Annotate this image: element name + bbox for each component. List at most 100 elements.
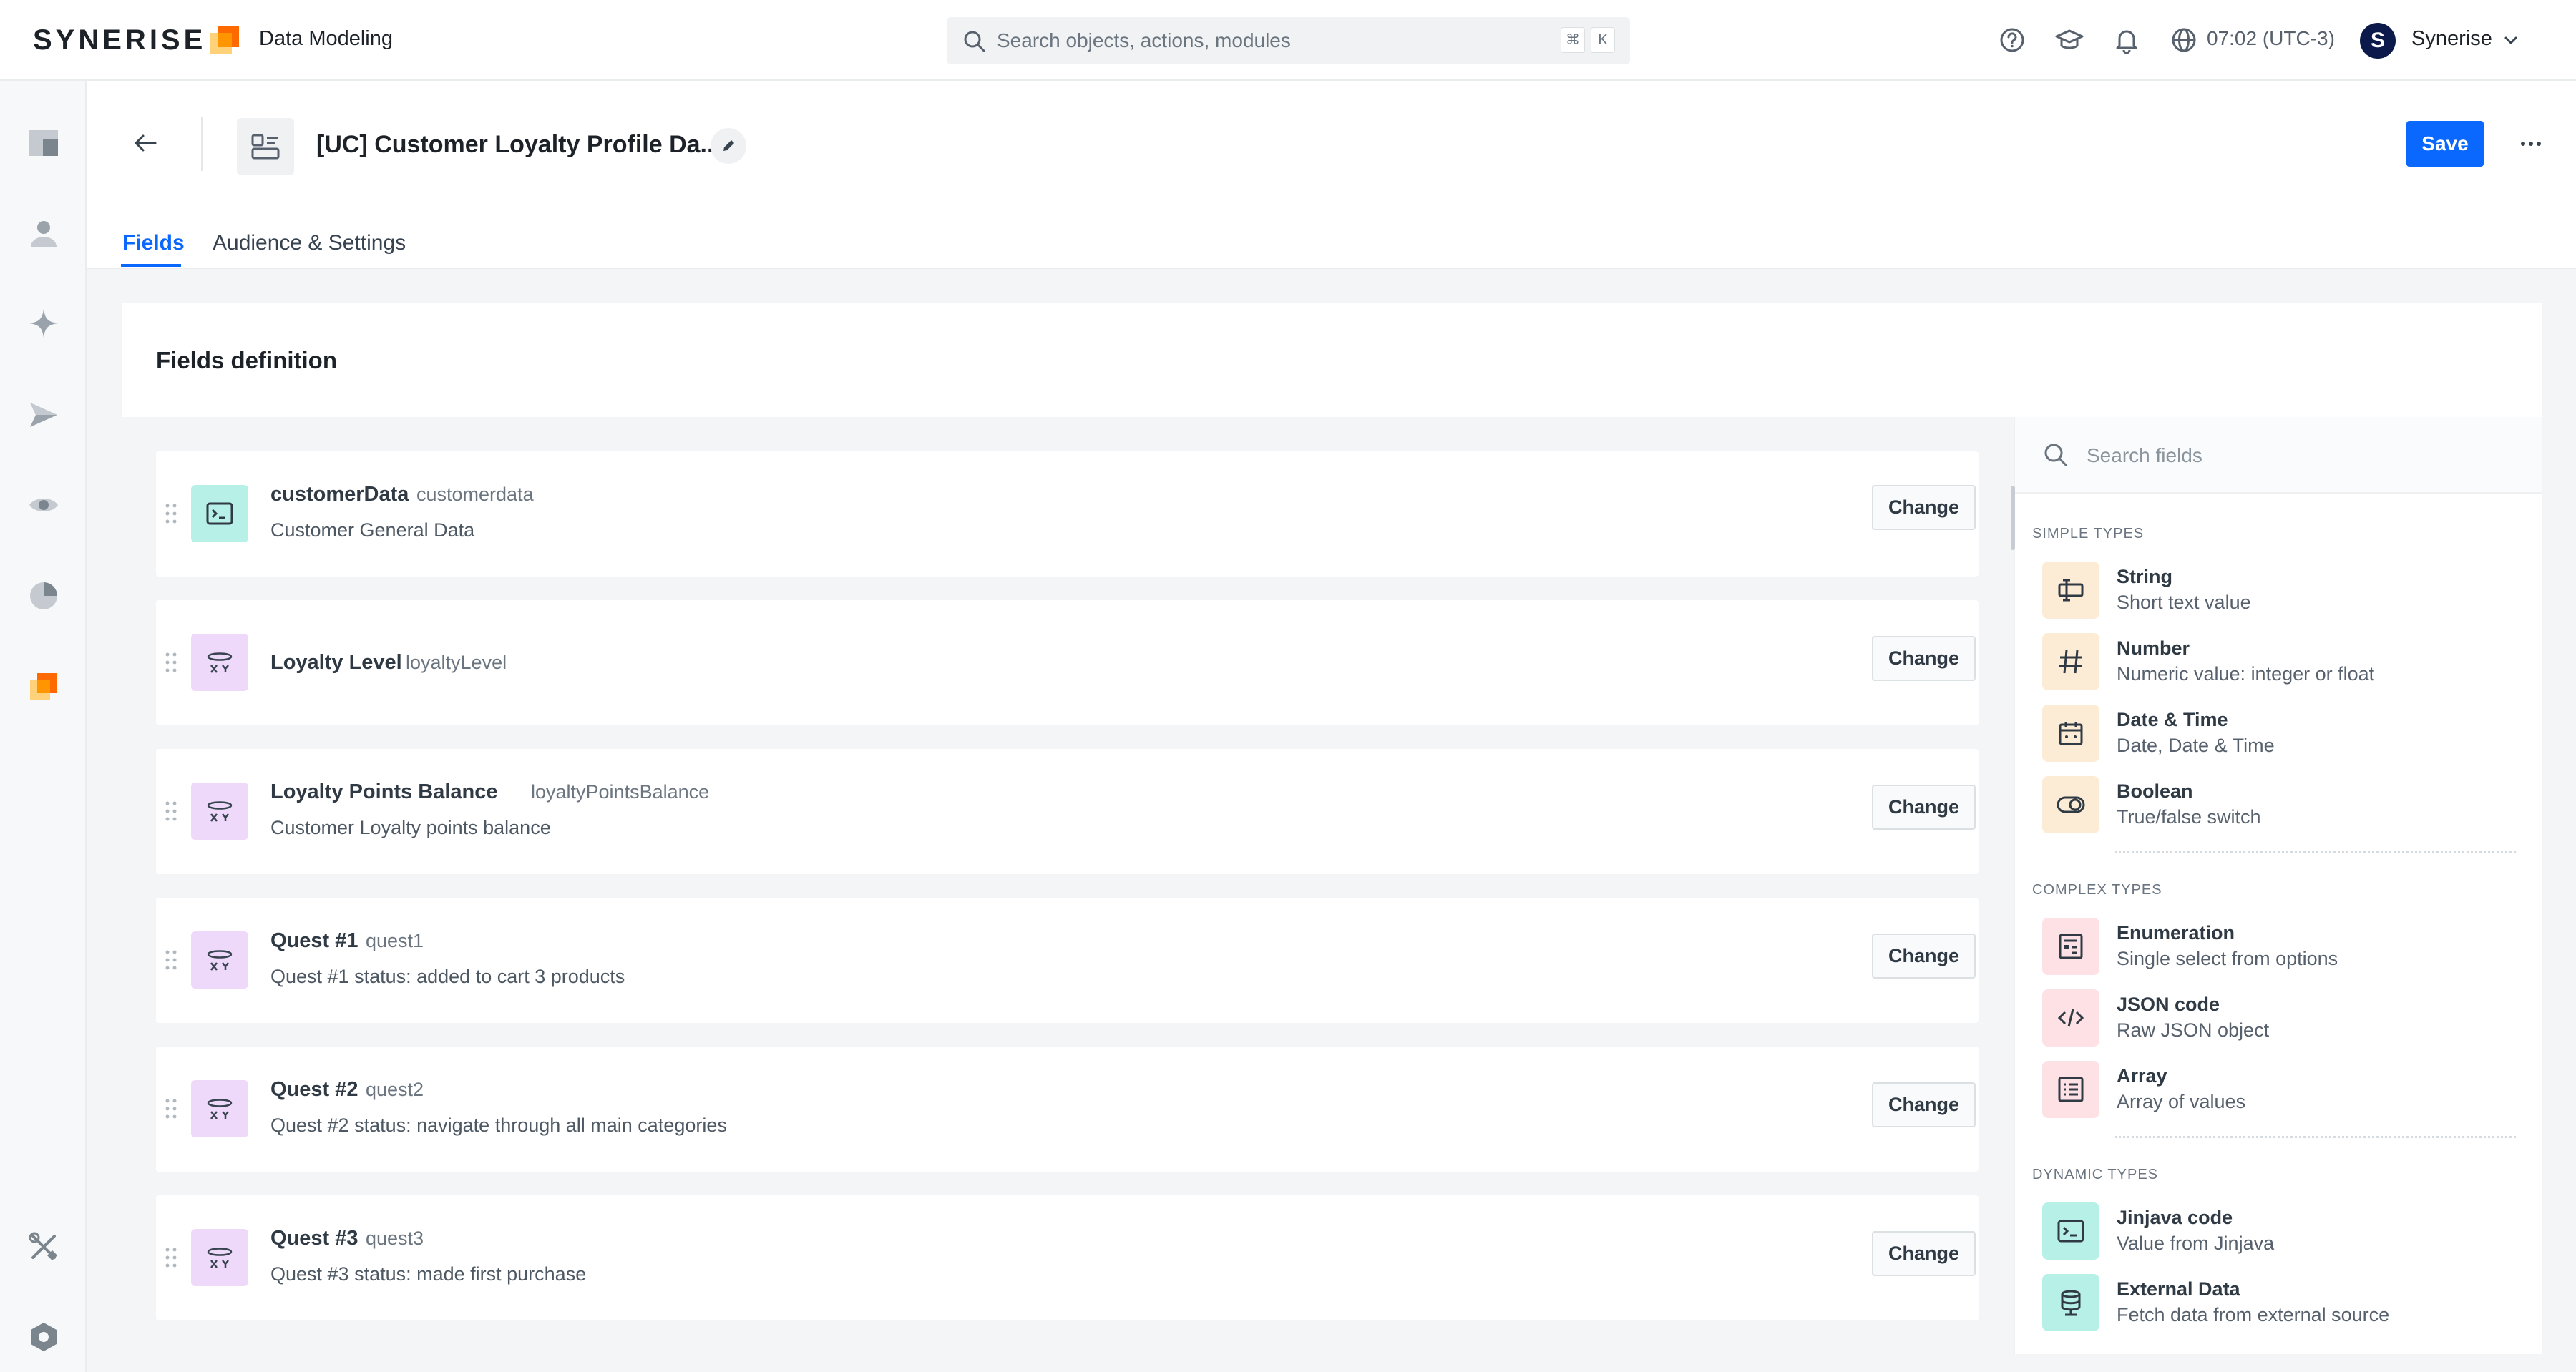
analytics-icon[interactable]	[27, 579, 60, 612]
field-key: quest2	[366, 1079, 424, 1100]
shortcut-cmd-key: ⌘	[1561, 27, 1585, 53]
formula-icon	[191, 1229, 248, 1286]
calendar-icon	[2042, 705, 2099, 762]
field-description: Customer General Data	[270, 519, 475, 541]
graduation-cap-icon[interactable]	[2054, 24, 2085, 56]
type-name: Boolean	[2117, 780, 2193, 802]
type-description: Date, Date & Time	[2117, 735, 2275, 756]
help-icon[interactable]	[1996, 24, 2028, 56]
timezone-clock[interactable]: 07:02 (UTC-3)	[2207, 27, 2335, 50]
field-row-quest3[interactable]: Quest #3 quest3 Quest #3 status: made fi…	[156, 1195, 1979, 1320]
formula-icon	[191, 634, 248, 691]
array-list-icon	[2042, 1061, 2099, 1118]
type-name: Number	[2117, 637, 2190, 659]
dashboard-icon[interactable]	[27, 127, 60, 160]
global-search[interactable]: Search objects, actions, modules ⌘ K	[947, 17, 1630, 64]
type-item-jinjava-code[interactable]: Jinjava code Value from Jinjava	[2042, 1201, 2514, 1265]
card-title: Fields definition	[156, 347, 337, 373]
chevron-down-icon[interactable]	[2502, 31, 2519, 49]
tab-fields[interactable]: Fields	[122, 231, 185, 255]
type-item-external-data[interactable]: External Data Fetch data from external s…	[2042, 1273, 2514, 1337]
enum-list-icon	[2042, 918, 2099, 975]
campaign-icon[interactable]	[27, 398, 60, 431]
more-options-icon[interactable]	[2515, 128, 2547, 160]
drag-handle-icon[interactable]	[165, 800, 177, 822]
settings-icon[interactable]	[27, 1320, 60, 1353]
type-description: Raw JSON object	[2117, 1019, 2270, 1041]
type-description: Short text value	[2117, 592, 2251, 613]
top-bar: SYNERISE Data Modeling Search objects, a…	[0, 0, 2576, 81]
type-item-json-code[interactable]: JSON code Raw JSON object	[2042, 988, 2514, 1052]
type-name: External Data	[2117, 1278, 2240, 1300]
drag-handle-icon[interactable]	[165, 652, 177, 673]
formula-icon	[191, 1080, 248, 1137]
field-row-quest1[interactable]: Quest #1 quest1 Quest #1 status: added t…	[156, 898, 1979, 1023]
globe-icon[interactable]	[2168, 24, 2200, 56]
tab-audience-settings[interactable]: Audience & Settings	[213, 231, 406, 255]
jinjava-icon	[2042, 1202, 2099, 1260]
field-key: loyaltyLevel	[406, 652, 507, 673]
field-name: customerData	[270, 483, 409, 506]
field-row-quest2[interactable]: Quest #2 quest2 Quest #2 status: navigat…	[156, 1047, 1979, 1172]
type-description: Value from Jinjava	[2117, 1233, 2275, 1254]
module-name[interactable]: Data Modeling	[259, 27, 393, 51]
type-description: Numeric value: integer or float	[2117, 663, 2375, 685]
type-name: Array	[2117, 1065, 2167, 1087]
bell-icon[interactable]	[2111, 24, 2142, 56]
drag-handle-icon[interactable]	[165, 1098, 177, 1119]
ai-sparkle-icon[interactable]	[27, 307, 60, 340]
type-item-array[interactable]: Array Array of values	[2042, 1059, 2514, 1124]
behavioral-data-icon[interactable]	[27, 489, 60, 521]
scrollbar[interactable]	[2011, 486, 2015, 550]
type-description: Array of values	[2117, 1091, 2246, 1112]
field-row-customerdata[interactable]: customerData customerdata Customer Gener…	[156, 451, 1979, 577]
type-item-string[interactable]: String Short text value	[2042, 560, 2514, 624]
group-separator	[2115, 851, 2516, 853]
type-item-number[interactable]: Number Numeric value: integer or float	[2042, 632, 2514, 696]
field-description: Quest #3 status: made first purchase	[270, 1263, 587, 1285]
change-button[interactable]: Change	[1872, 636, 1976, 681]
field-key: quest1	[366, 930, 424, 951]
search-input[interactable]: Search objects, actions, modules	[997, 29, 1291, 52]
field-row-loyaltylevel[interactable]: Loyalty Level loyaltyLevel Change	[156, 600, 1979, 725]
type-item-boolean[interactable]: Boolean True/false switch	[2042, 775, 2514, 839]
synerise-logo[interactable]: SYNERISE	[33, 24, 206, 57]
type-description: Fetch data from external source	[2117, 1304, 2390, 1326]
data-modeling-icon[interactable]	[27, 670, 60, 703]
change-button[interactable]: Change	[1872, 1231, 1976, 1276]
type-item-date-time[interactable]: Date & Time Date, Date & Time	[2042, 703, 2514, 768]
page-title: [UC] Customer Loyalty Profile Da...	[316, 131, 721, 158]
type-name: Date & Time	[2117, 709, 2228, 730]
left-sidebar	[0, 81, 87, 1372]
change-button[interactable]: Change	[1872, 1082, 1976, 1127]
field-types-panel: Search fields SIMPLE TYPES String Short …	[2011, 417, 2542, 1354]
save-button[interactable]: Save	[2406, 121, 2484, 167]
field-name: Quest #1	[270, 929, 358, 952]
group-label-complex-types: COMPLEX TYPES	[2032, 882, 2162, 898]
field-key: quest3	[366, 1228, 424, 1249]
change-button[interactable]: Change	[1872, 785, 1976, 830]
avatar[interactable]: S	[2360, 23, 2396, 59]
user-name[interactable]: Synerise	[2411, 27, 2492, 51]
back-arrow-icon[interactable]	[130, 127, 161, 159]
field-description: Customer Loyalty points balance	[270, 817, 551, 838]
profile-icon[interactable]	[27, 217, 60, 250]
drag-handle-icon[interactable]	[165, 949, 177, 971]
header-divider	[201, 117, 203, 171]
edit-title-button[interactable]	[711, 128, 746, 164]
change-button[interactable]: Change	[1872, 934, 1976, 979]
field-row-loyaltypointsbalance[interactable]: Loyalty Points Balance loyaltyPointsBala…	[156, 749, 1979, 874]
database-icon	[2042, 1274, 2099, 1331]
change-button[interactable]: Change	[1872, 485, 1976, 530]
type-name: JSON code	[2117, 994, 2220, 1015]
search-fields-input[interactable]: Search fields	[2087, 444, 2202, 467]
hash-icon	[2042, 633, 2099, 690]
type-item-enumeration[interactable]: Enumeration Single select from options	[2042, 916, 2514, 981]
drag-handle-icon[interactable]	[165, 503, 177, 524]
drag-handle-icon[interactable]	[165, 1247, 177, 1268]
field-description: Quest #2 status: navigate through all ma…	[270, 1114, 727, 1136]
tools-icon[interactable]	[27, 1230, 60, 1263]
field-key: loyaltyPointsBalance	[531, 781, 710, 803]
field-description: Quest #1 status: added to cart 3 product…	[270, 966, 625, 987]
search-fields-box[interactable]: Search fields	[2015, 417, 2542, 494]
